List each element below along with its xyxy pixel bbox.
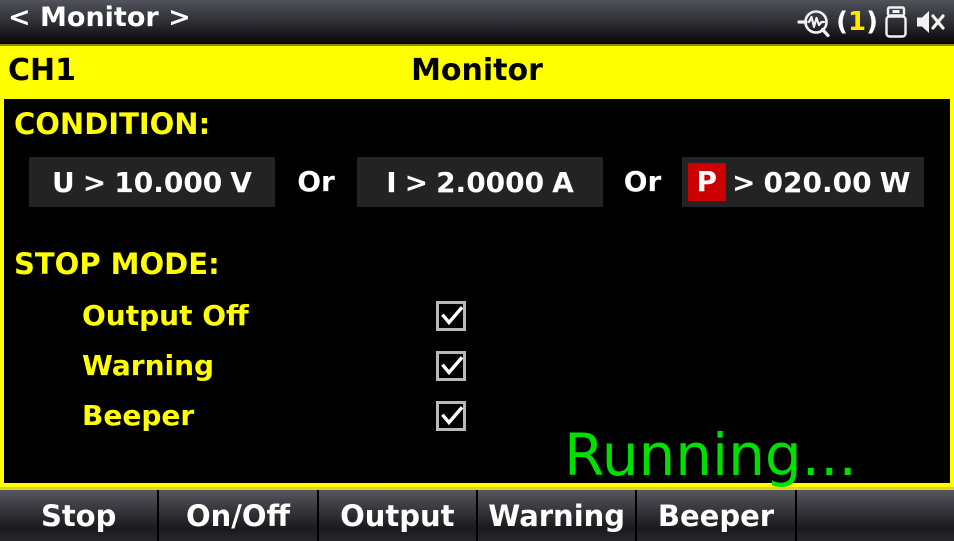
monitor-count-close-paren: ) xyxy=(866,7,878,37)
condition-row: U > 10.000 V Or I > 2.0000 A Or P > 020.… xyxy=(4,157,950,207)
stop-mode-output-off-label: Output Off xyxy=(82,299,249,332)
stop-mode-option-beeper[interactable]: Beeper xyxy=(4,395,524,445)
softkey-stop[interactable]: Stop xyxy=(0,490,160,541)
stop-mode-section-label: STOP MODE: xyxy=(14,247,220,281)
condition-current-param[interactable]: I xyxy=(382,166,400,199)
checkbox-output-off[interactable] xyxy=(436,301,466,331)
softkey-on-off-label: On/Off xyxy=(185,498,291,533)
softkey-bar: Stop On/Off Output Warning Beeper xyxy=(0,487,954,541)
condition-current[interactable]: I > 2.0000 A xyxy=(357,157,603,207)
stop-mode-option-warning[interactable]: Warning xyxy=(4,345,524,395)
condition-voltage-param[interactable]: U xyxy=(48,166,79,199)
speaker-mute-icon xyxy=(914,7,946,37)
condition-power-param[interactable]: P xyxy=(687,163,727,201)
monitor-magnifier-icon xyxy=(796,7,830,37)
monitor-count-value: 1 xyxy=(848,7,867,37)
condition-voltage[interactable]: U > 10.000 V xyxy=(29,157,275,207)
softkey-output-label: Output xyxy=(340,498,455,533)
softkey-beeper[interactable]: Beeper xyxy=(637,490,797,541)
checkbox-warning[interactable] xyxy=(436,351,466,381)
usb-drive-icon xyxy=(884,6,908,38)
condition-current-operator[interactable]: > xyxy=(401,166,432,199)
condition-power-unit[interactable]: W xyxy=(876,166,915,199)
page-title: < Monitor > xyxy=(8,2,191,33)
screen-title: Monitor xyxy=(411,53,543,88)
stop-mode-beeper-label: Beeper xyxy=(82,399,195,432)
condition-voltage-value[interactable]: 10.000 xyxy=(110,166,226,199)
channel-header-bar: CH1 Monitor xyxy=(0,46,954,99)
condition-current-unit[interactable]: A xyxy=(548,166,578,199)
monitor-count-open-paren: ( xyxy=(836,7,849,37)
softkey-warning-label: Warning xyxy=(488,498,626,533)
instrument-screen: < Monitor > (1) CH1 Monitor CONDITION: U… xyxy=(0,0,954,541)
status-icon-tray: (1) xyxy=(796,3,946,41)
stop-mode-warning-label: Warning xyxy=(82,349,215,382)
condition-current-value[interactable]: 2.0000 xyxy=(432,166,548,199)
checkbox-beeper[interactable] xyxy=(436,401,466,431)
main-content: CONDITION: U > 10.000 V Or I > 2.0000 A … xyxy=(0,99,954,489)
condition-section-label: CONDITION: xyxy=(14,107,211,141)
softkey-empty[interactable] xyxy=(796,490,954,541)
monitor-count-badge: (1) xyxy=(836,9,878,35)
condition-joiner-2: Or xyxy=(623,165,662,198)
softkey-output[interactable]: Output xyxy=(318,490,478,541)
softkey-warning[interactable]: Warning xyxy=(477,490,638,541)
condition-power-value[interactable]: 020.00 xyxy=(760,166,876,199)
condition-joiner-1: Or xyxy=(297,165,335,198)
condition-power-operator[interactable]: > xyxy=(728,166,759,199)
condition-voltage-unit[interactable]: V xyxy=(226,166,256,199)
softkey-on-off[interactable]: On/Off xyxy=(159,490,319,541)
title-bar: < Monitor > (1) xyxy=(0,0,954,46)
monitor-status-text: Running... xyxy=(564,421,857,489)
condition-voltage-operator[interactable]: > xyxy=(79,166,110,199)
softkey-beeper-label: Beeper xyxy=(657,498,775,533)
condition-power[interactable]: P > 020.00 W xyxy=(682,157,924,207)
stop-mode-option-output-off[interactable]: Output Off xyxy=(4,295,524,345)
softkey-stop-label: Stop xyxy=(40,498,117,533)
stop-mode-options: Output Off Warning Beeper xyxy=(4,295,524,445)
